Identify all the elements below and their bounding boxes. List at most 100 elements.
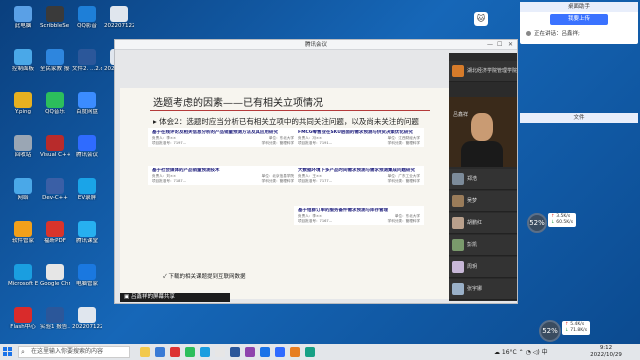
reference-meta-row: 项目批准号：7197... 学科分类：管理科学 [152,141,294,146]
desktop-icon[interactable]: 2022071220001247... [72,307,102,330]
network-speed-panel: ↑ 3.5K/s ↓ 60.5K/s [548,213,577,227]
desktop-icon[interactable]: ScribbleSe dekl-4d... [40,6,70,29]
desktop-icon[interactable]: 电脑管家 [72,264,102,287]
close-icon[interactable]: ✕ [508,40,513,50]
network-gauge-2[interactable]: 52% [539,320,561,342]
search-placeholder: 在这里输入你要搜索的内容 [31,348,104,355]
tray-expand-icon[interactable]: ⌃ [519,349,526,356]
reference-card: 基于社会媒体的产品销量预测技术 负责人：刘×× 单位：北京信息学院 项目批准号：718… [148,166,298,186]
participant-item[interactable]: 胡鹏红 [449,213,517,234]
reference-meta: 学科分类：管理科学 [261,140,294,145]
participant-item[interactable]: 吴梦 [449,191,517,212]
clock-date: 2022/10/29 [590,352,622,358]
desktop-icon[interactable]: Visual C++ 6.0 [40,135,70,158]
reference-card: FMCG零售业在SKU层面的需求预测与供货决策优化研究 负责人：冯×× 单位：江西财… [294,128,424,148]
participant-item[interactable]: 张宇娜 [449,279,517,300]
taskbar-app-icon[interactable] [260,347,270,357]
maximize-icon[interactable]: ☐ [497,40,502,50]
microphone-icon [526,31,531,36]
desktop-icon-label: 腾讯课堂 [75,238,98,244]
desktop-icon[interactable]: 回收站 [8,135,38,158]
speaking-text: 正在讲话：吕鑫祥; [534,31,580,37]
app-icon [14,92,32,108]
search-input[interactable]: ⌕ 在这里输入你要搜索的内容 [18,346,130,358]
desktop-icon[interactable]: 软件管家 [8,221,38,244]
share-label-text: 吕鑫祥的屏幕共享 [130,294,175,300]
reference-meta: 项目批准号：7167... [298,218,333,223]
participant-name: 胡鹏红 [467,220,483,226]
desktop-icon[interactable]: Google Chrome [40,264,70,287]
app-icon [14,6,32,22]
desktop-icon[interactable]: 腾讯会议 [72,135,102,158]
desktop-icon[interactable]: 全民家教 报名链 [40,49,70,72]
desktop-icon[interactable]: Microsoft Edge [8,264,38,287]
reference-meta-row: 项目批准号：7177... 学科分类：管理科学 [298,179,420,184]
avatar [452,261,464,273]
taskbar-app-icon[interactable] [200,347,210,357]
reference-meta: 学科分类：管理科学 [387,218,420,223]
windows-start-icon[interactable] [3,347,13,357]
taskbar-app-icon[interactable] [305,347,315,357]
desktop-icon[interactable]: 控制面板 [8,49,38,72]
clock-time: 9:12 [599,345,613,351]
taskbar-app-icon[interactable] [230,347,240,357]
desktop-icon[interactable]: 网络 [8,178,38,201]
taskbar-app-icon[interactable] [170,347,180,357]
cat-widget-icon[interactable]: 🐱 [474,12,488,26]
weather-temp: 16°C [501,349,517,356]
desktop-icon-label: Visual C++ 6.0 [40,152,70,158]
app-icon [78,92,96,108]
desktop-icon[interactable]: 百度网盘 [72,92,102,115]
check-icon: ✓ [163,274,167,280]
participant-item[interactable]: 彭凯 [449,235,517,256]
desktop-icon[interactable]: 2022071220001247... [104,6,134,29]
app-icon [46,178,64,194]
meeting-window: 腾讯会议 — ☐ ✕ 选题考虑的因素——已有相关立项情况 ▸ 体会2：选题时应当… [114,39,518,304]
desktop-icon-label: 控制面板 [11,66,34,72]
network-gauge[interactable]: 52% [527,213,547,233]
app-icon [78,221,96,237]
participant-item[interactable]: 湖北经济学院管理学院 [449,61,517,82]
taskbar-app-icon[interactable] [155,347,165,357]
slide: 选题考虑的因素——已有相关立项情况 ▸ 体会2：选题时应当分析已有相关立项中的共… [120,88,450,299]
participant-name: 吴梦 [467,198,478,204]
taskbar-app-icon[interactable] [275,347,285,357]
desktop-icon[interactable]: EV录屏 [72,178,102,201]
desktop-icon[interactable]: QQ音乐 [40,92,70,115]
participant-item[interactable]: 郑浩 [449,169,517,190]
taskbar-app-icon[interactable] [185,347,195,357]
upload-speed: 5.4K/s [570,322,585,327]
upload-button[interactable]: 我要上传 [550,14,608,25]
desktop-icon-label: 文件2. ...2.docx [72,66,102,72]
participant-video[interactable] [449,97,517,167]
desktop-icon[interactable]: Y.ping [8,92,38,115]
ime-indicator[interactable]: 中 [542,349,548,356]
clock[interactable]: 9:12 2022/10/29 [586,345,626,359]
screen-share-label[interactable]: ▣ 吕鑫祥的屏幕共享 [120,293,230,302]
minimize-icon[interactable]: — [487,40,493,50]
desktop-icon[interactable]: 福昕PDF [40,221,70,244]
desktop-icon[interactable]: 实验1 报告... [40,307,70,330]
reference-card: 大数据环境下多产品时间需求预测与需求预测集成问题研究 负责人：王×× 单位：广东工业… [294,166,424,186]
taskbar-app-icon[interactable] [215,347,225,357]
participant-item[interactable]: 周玥 [449,257,517,278]
system-tray[interactable]: ☁ 16°C ⌃ ◔ ◁) 中 [494,347,548,356]
shared-screen: 选题考虑的因素——已有相关立项情况 ▸ 体会2：选题时应当分析已有相关立项中的共… [120,40,450,299]
desktop-icon-label: 软件管家 [11,238,34,244]
desktop-icon[interactable]: Flash中心 [8,307,38,330]
taskbar-app-icon[interactable] [140,347,150,357]
desktop-icon[interactable]: QQ影音 [72,6,102,29]
reference-meta: 项目批准号：7197... [152,140,187,145]
reference-card: 基于在线评论及相关信息分析的产品销量预测方法及其应用研究 负责人：李×× 单位：东北… [148,128,298,148]
desktop-icon-label: 此电脑 [14,23,32,29]
desktop-icon[interactable]: Dev-C++ [40,178,70,201]
reference-meta: 学科分类：管理科学 [387,178,420,183]
participant-name: 周玥 [467,264,478,270]
wifi-icon[interactable]: ◔ [526,349,533,356]
desktop-icon[interactable]: 此电脑 [8,6,38,29]
taskbar-app-icon[interactable] [290,347,300,357]
desktop-icon[interactable]: 腾讯课堂 [72,221,102,244]
volume-icon[interactable]: ◁) [533,349,542,356]
taskbar-app-icon[interactable] [245,347,255,357]
desktop-icon[interactable]: 文件2. ...2.docx [72,49,102,72]
